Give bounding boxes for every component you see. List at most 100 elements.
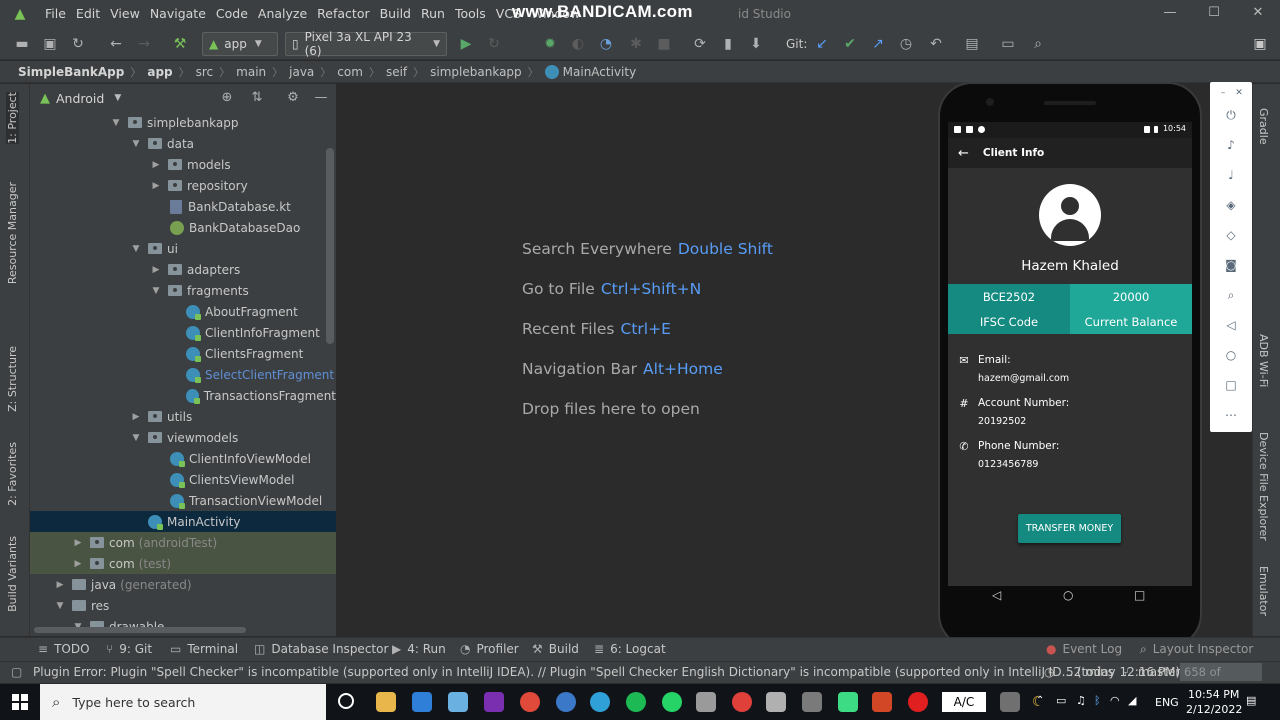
maximize-button[interactable]: ☐ [1192, 0, 1236, 28]
stop-icon[interactable]: ■ [654, 34, 674, 54]
tree-item[interactable]: TransactionViewModel [30, 490, 336, 511]
breadcrumb-item[interactable]: main [236, 65, 266, 79]
minimize-button[interactable]: — [1148, 0, 1192, 28]
tab-project[interactable]: 1: Project [6, 92, 19, 144]
clock-date[interactable]: 2/12/2022 [1186, 703, 1242, 716]
project-structure-icon[interactable]: ▤ [962, 34, 982, 54]
tab-resource-manager[interactable]: Resource Manager [6, 182, 19, 284]
status-message[interactable]: Plugin Error: Plugin "Spell Checker" is … [33, 665, 1180, 679]
tree-item[interactable]: ▶ adapters [30, 259, 336, 280]
rollback-icon[interactable]: ↶ [926, 34, 946, 54]
volume-icon[interactable]: ♫ [1076, 694, 1086, 707]
chevron-right-icon[interactable]: ▶ [72, 559, 84, 569]
sdk-manager-icon[interactable]: ⬇ [746, 34, 766, 54]
input-language[interactable]: ENG [1155, 696, 1179, 709]
volume-down-icon[interactable]: ♩ [1222, 166, 1240, 184]
tree-item[interactable]: ClientsFragment [30, 343, 336, 364]
tab-profiler[interactable]: ◔ Profiler [460, 642, 519, 656]
breadcrumb-item[interactable]: java [289, 65, 314, 79]
tree-item[interactable]: TransactionsFragment [30, 385, 336, 406]
save-icon[interactable]: ▣ [40, 34, 60, 54]
tree-item[interactable]: ▶ repository [30, 175, 336, 196]
tree-item[interactable]: ▼ res [30, 595, 336, 616]
word-icon[interactable] [556, 692, 576, 712]
tree-item[interactable]: ▼drawable [30, 616, 336, 636]
forward-arrow-icon[interactable]: → [134, 34, 154, 54]
tree-item[interactable]: MainActivity [30, 511, 336, 532]
rerun-icon[interactable]: ↻ [484, 34, 504, 54]
menu-build[interactable]: Build [375, 0, 416, 28]
run-config-select[interactable]: ▲ app ▼ [202, 32, 278, 56]
chevron-right-icon[interactable]: ▶ [150, 265, 162, 275]
chevron-right-icon[interactable]: ▶ [72, 538, 84, 548]
tab-database-inspector[interactable]: ◫ Database Inspector [254, 642, 388, 656]
tree-item[interactable]: ▼ viewmodels [30, 427, 336, 448]
rotate-left-icon[interactable]: ◈ [1222, 196, 1240, 214]
mail-icon[interactable] [412, 692, 432, 712]
tab-terminal[interactable]: ▭ Terminal [170, 642, 238, 656]
chevron-down-icon[interactable]: ▼ [130, 433, 142, 443]
tab-emulator[interactable]: Emulator [1257, 566, 1270, 616]
tree-item[interactable]: ClientInfoViewModel [30, 448, 336, 469]
tree-item[interactable]: SelectClientFragment [30, 364, 336, 385]
panel-toggle-icon[interactable]: ▢ [11, 665, 22, 679]
run-icon[interactable]: ▶ [456, 34, 476, 54]
edge-icon[interactable] [590, 692, 610, 712]
tree-item[interactable]: ▼ data [30, 133, 336, 154]
gradle-sync-icon[interactable]: ⟳ [690, 34, 710, 54]
nav-recents-icon[interactable]: □ [1134, 588, 1145, 602]
tree-item[interactable]: AboutFragment [30, 301, 336, 322]
ac-button[interactable]: A/C [942, 692, 986, 712]
menu-tools[interactable]: Tools [450, 0, 491, 28]
more-icon[interactable]: ⋯ [1222, 406, 1240, 424]
locate-icon[interactable]: ⊕ [218, 89, 236, 107]
tab-event-log[interactable]: ● Event Log [1046, 642, 1122, 656]
memory-indicator[interactable]: 658 of 1353M [1180, 663, 1262, 697]
tree-item[interactable]: ▶ models [30, 154, 336, 175]
chevron-right-icon[interactable]: ▶ [150, 160, 162, 170]
tree-item[interactable]: ▶ com (androidTest) [30, 532, 336, 553]
device-select[interactable]: ▯ Pixel 3a XL API 23 (6) ▼ [285, 30, 447, 58]
rotate-right-icon[interactable]: ◇ [1222, 226, 1240, 244]
git-push-icon[interactable]: ↗ [868, 34, 888, 54]
chevron-down-icon[interactable]: ▼ [130, 139, 142, 149]
powerpoint-icon[interactable] [872, 692, 892, 712]
profile-icon[interactable]: ◔ [596, 34, 616, 54]
tab-gradle[interactable]: Gradle [1257, 108, 1270, 145]
chevron-right-icon[interactable]: ▶ [130, 412, 142, 422]
tab-adb-wifi[interactable]: ADB Wi-Fi [1257, 334, 1270, 387]
close-button[interactable]: ✕ [1236, 0, 1280, 28]
chevron-down-icon[interactable]: ▼ [150, 286, 162, 296]
nav-home-icon[interactable]: ○ [1063, 588, 1073, 602]
tree-item[interactable]: BankDatabaseDao [30, 217, 336, 238]
tab-build[interactable]: ⚒ Build [532, 642, 579, 656]
chrome-icon[interactable] [520, 692, 540, 712]
phone-screen[interactable]: 10:54 ← Client Info Hazem Khaled BCE2502… [948, 122, 1192, 586]
todo-icon[interactable] [732, 692, 752, 712]
app-icon[interactable] [1000, 692, 1020, 712]
account-icon[interactable]: ▣ [1250, 34, 1270, 54]
tab-favorites[interactable]: 2: Favorites [6, 442, 19, 506]
tree-item[interactable]: ▶ com (test) [30, 553, 336, 574]
layout-icon[interactable]: ▭ [998, 34, 1018, 54]
tab-run[interactable]: ▶ 4: Run [392, 642, 446, 656]
database-icon[interactable] [766, 692, 786, 712]
chevron-down-icon[interactable]: ▼ [110, 118, 122, 128]
chevron-right-icon[interactable]: ▶ [150, 181, 162, 191]
hide-panel-icon[interactable]: — [312, 89, 330, 107]
chevron-down-icon[interactable]: ▼ [114, 93, 121, 103]
git-branch[interactable]: master [1138, 665, 1180, 679]
whatsapp-icon[interactable] [662, 692, 682, 712]
network-icon[interactable]: ▭ [1056, 694, 1066, 707]
app-icon[interactable] [696, 692, 716, 712]
chevron-down-icon[interactable]: ▼ [130, 244, 142, 254]
breadcrumb-item[interactable]: simplebankapp [430, 65, 522, 79]
tab-build-variants[interactable]: Build Variants [6, 536, 19, 612]
git-commit-icon[interactable]: ✔ [840, 34, 860, 54]
back-arrow-icon[interactable]: ← [106, 34, 126, 54]
menu-edit[interactable]: Edit [71, 0, 105, 28]
windows-start-icon[interactable] [12, 694, 28, 710]
tab-structure[interactable]: Z: Structure [6, 346, 19, 412]
apply-changes-icon[interactable]: ✱ [626, 34, 646, 54]
android-studio-icon[interactable] [838, 692, 858, 712]
